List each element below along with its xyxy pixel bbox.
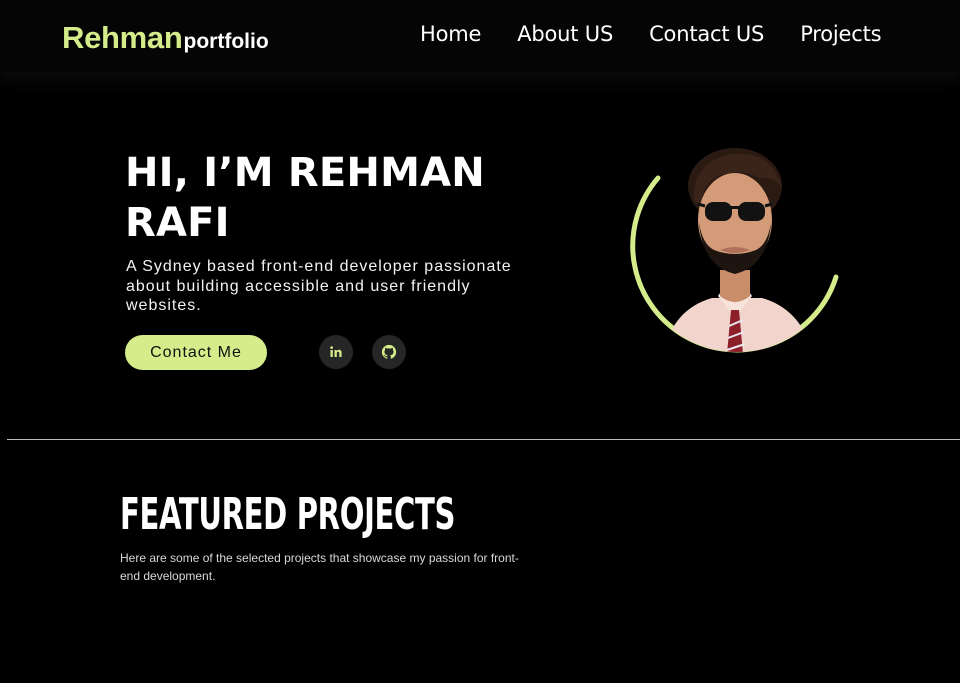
site-header: Rehman portfolio Home About US Contact U… xyxy=(0,0,960,72)
github-button[interactable] xyxy=(372,335,406,369)
profile-photo xyxy=(622,140,852,360)
nav-contact-us[interactable]: Contact US xyxy=(649,22,764,46)
linkedin-icon xyxy=(330,346,342,357)
github-icon xyxy=(381,344,397,359)
linkedin-button[interactable] xyxy=(319,335,353,369)
section-divider xyxy=(7,439,960,440)
featured-projects-title: FEATURED PROJECTS xyxy=(120,489,456,540)
logo-sub-text: portfolio xyxy=(183,30,269,53)
nav-projects[interactable]: Projects xyxy=(800,22,881,46)
logo-main-text: Rehman xyxy=(62,20,183,55)
profile-illustration xyxy=(630,148,839,353)
nav-about-us[interactable]: About US xyxy=(517,22,613,46)
main-nav: Home About US Contact US Projects xyxy=(420,22,882,46)
hero-title: HI, I’M REHMAN RAFI xyxy=(125,150,485,246)
contact-me-button[interactable]: Contact Me xyxy=(125,335,267,370)
featured-projects-subtitle: Here are some of the selected projects t… xyxy=(120,551,519,583)
nav-home[interactable]: Home xyxy=(420,22,481,46)
hero-subtitle: A Sydney based front-end developer passi… xyxy=(126,258,512,314)
logo[interactable]: Rehman portfolio xyxy=(62,20,269,56)
